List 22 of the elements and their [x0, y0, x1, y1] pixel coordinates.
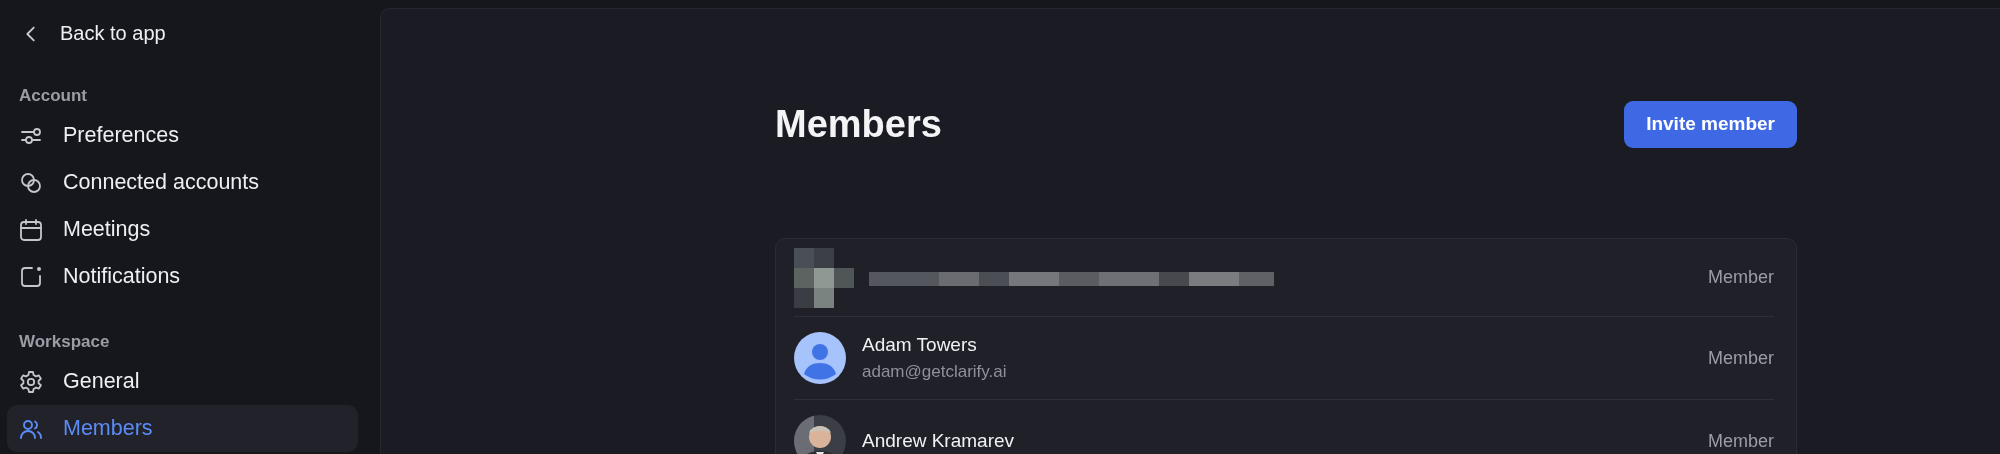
avatar-icon: [794, 332, 846, 384]
sidebar-item[interactable]: Notifications: [7, 253, 358, 300]
sidebar-item[interactable]: General: [7, 358, 358, 405]
member-role: Member: [1708, 267, 1774, 288]
sidebar-item[interactable]: Preferences: [7, 112, 358, 159]
member-role: Member: [1708, 430, 1774, 452]
member-email: adam@getclarify.ai: [862, 362, 1008, 382]
page-title: Members: [775, 102, 942, 146]
member-role: Member: [1708, 347, 1774, 369]
section-heading: Workspace: [18, 332, 111, 352]
member-name: Adam Towers: [862, 334, 978, 356]
notification-icon: [19, 264, 43, 289]
sidebar-item[interactable]: Connected accounts: [7, 159, 358, 206]
gear-icon: [19, 369, 43, 394]
back-link[interactable]: Back to app: [7, 12, 179, 55]
calendar-icon: [19, 217, 43, 242]
invite-member-button[interactable]: Invite member: [1624, 100, 1797, 148]
sidebar-item[interactable]: Meetings: [7, 206, 358, 253]
rings-icon: [19, 170, 43, 195]
section-heading: Account: [18, 86, 88, 106]
member-name: Andrew Kramarev: [862, 430, 1016, 452]
sidebar-item[interactable]: Members: [7, 405, 358, 452]
